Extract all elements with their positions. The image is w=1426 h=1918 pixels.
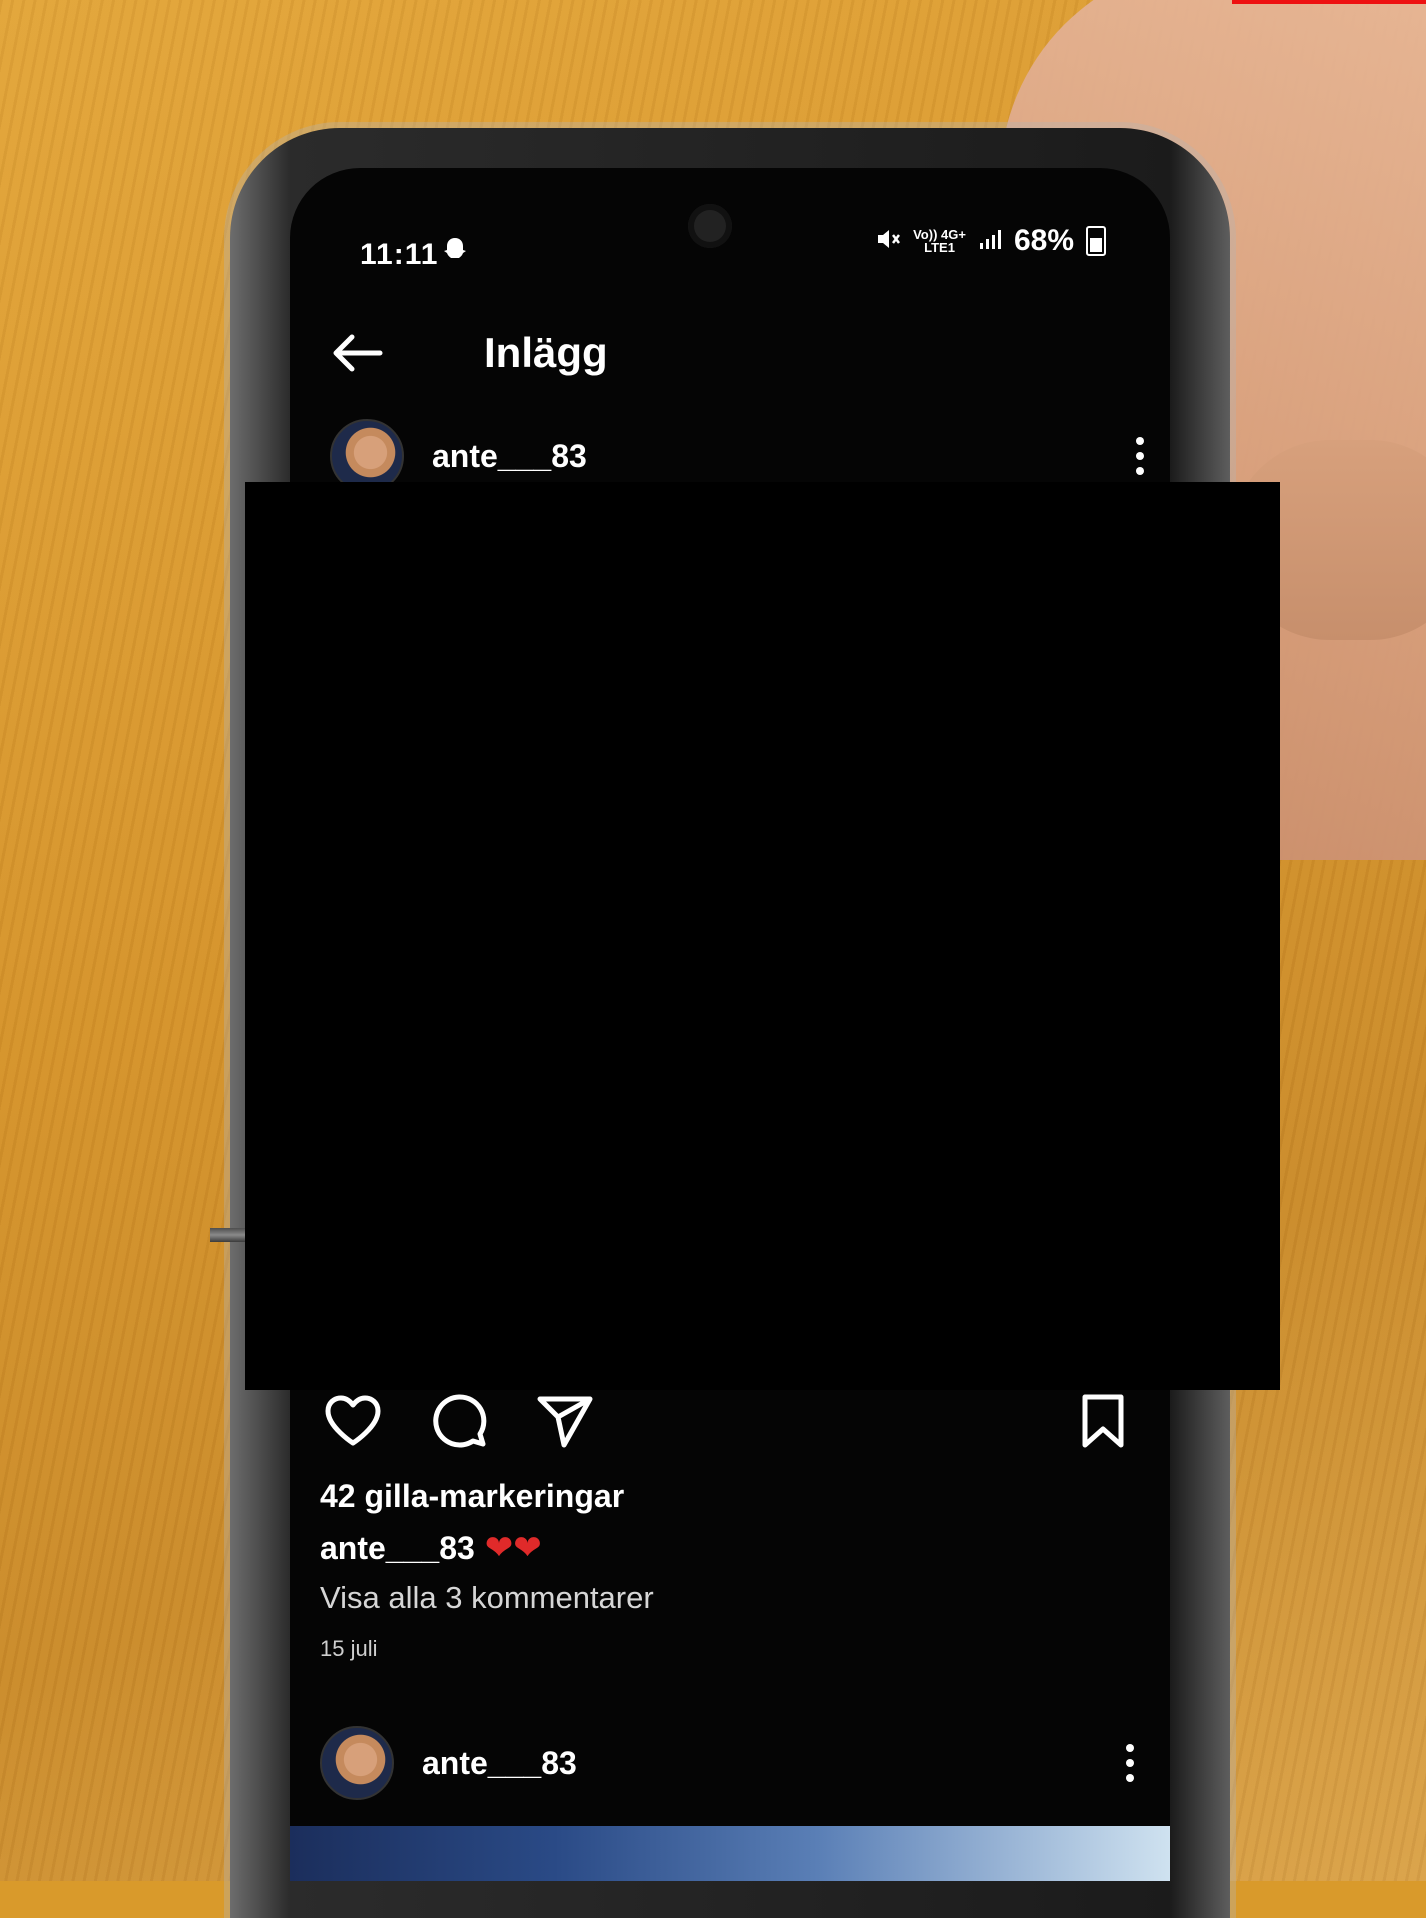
- like-count[interactable]: 42 gilla-markeringar: [320, 1478, 624, 1515]
- app-header: Inlägg: [330, 308, 1130, 398]
- more-vertical-icon[interactable]: [1120, 1744, 1140, 1782]
- post-username[interactable]: ante___83: [422, 1745, 577, 1782]
- camera-notch: [688, 204, 732, 248]
- send-icon[interactable]: [530, 1386, 600, 1456]
- heart-icon[interactable]: [318, 1386, 388, 1456]
- battery-percent: 68%: [1013, 224, 1074, 257]
- snapchat-ghost-icon: [442, 236, 468, 272]
- post-date: 15 juli: [320, 1636, 378, 1661]
- post-actions: [318, 1386, 1138, 1456]
- bookmark-icon[interactable]: [1068, 1386, 1138, 1456]
- view-comments-link[interactable]: Visa alla 3 kommentarer: [320, 1580, 654, 1616]
- status-time: 11:11: [360, 238, 439, 271]
- redacted-post-image: [245, 482, 1280, 1390]
- next-post-header: ante___83: [320, 1723, 1140, 1803]
- signal-icon: [978, 227, 1002, 256]
- status-icons: Vo)) 4G+ LTE1 68%: [875, 224, 1106, 258]
- comment-icon[interactable]: [424, 1386, 494, 1456]
- more-vertical-icon[interactable]: [1130, 437, 1150, 475]
- caption-username[interactable]: ante___83: [320, 1530, 475, 1567]
- caption-text: ❤❤: [484, 1529, 542, 1567]
- arrow-left-icon[interactable]: [330, 323, 400, 383]
- avatar[interactable]: [320, 1726, 394, 1800]
- mute-icon: [875, 226, 901, 257]
- post-username[interactable]: ante___83: [432, 438, 587, 475]
- battery-icon: [1086, 226, 1106, 256]
- post-caption: ante___83 ❤❤: [320, 1528, 542, 1568]
- network-label: Vo)) 4G+ LTE1: [913, 227, 966, 255]
- page-title: Inlägg: [484, 329, 608, 376]
- next-post-image[interactable]: [290, 1826, 1170, 1881]
- red-corner-mark: [1232, 0, 1426, 4]
